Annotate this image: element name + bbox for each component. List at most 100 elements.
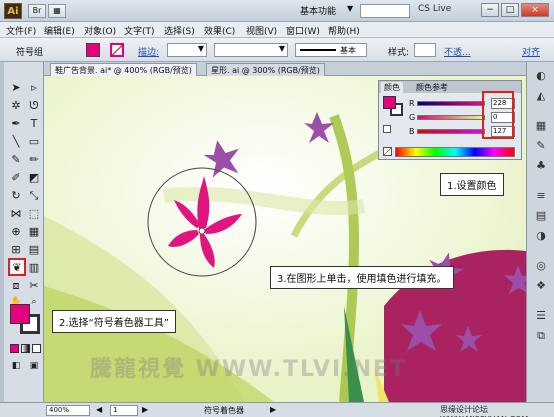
graphic-styles-icon[interactable]: ❖	[532, 278, 550, 294]
width-tool-icon[interactable]: ⋈	[8, 206, 24, 222]
brush-stroke-preview	[300, 49, 336, 51]
line-tool-icon[interactable]: ╲	[8, 134, 24, 150]
fill-color-swatch[interactable]	[10, 304, 30, 324]
color-spectrum[interactable]	[395, 147, 515, 157]
gradient-mode-button[interactable]	[21, 344, 30, 353]
none-color-icon[interactable]	[383, 147, 392, 156]
fill-swatch[interactable]	[86, 43, 100, 57]
object-type-label: 符号组	[16, 48, 44, 58]
chevron-down-icon[interactable]: ▼	[347, 4, 353, 13]
brush-dropdown[interactable]: 基本	[295, 43, 367, 57]
channel-g-slider[interactable]	[417, 115, 485, 120]
type-tool-icon[interactable]: T	[26, 116, 42, 132]
chevron-down-icon: ▼	[278, 44, 285, 53]
color-guide-icon[interactable]: ◭	[532, 88, 550, 104]
free-transform-tool-icon[interactable]: ⬚	[26, 206, 42, 222]
artboards-icon[interactable]: ⧉	[532, 328, 550, 344]
perspective-grid-tool-icon[interactable]: ▦	[26, 224, 42, 240]
chevron-down-icon: ▼	[197, 44, 204, 53]
eraser-tool-icon[interactable]: ◩	[26, 170, 42, 186]
artboard-tool-icon[interactable]: ⧈	[8, 278, 24, 294]
channel-r-label: R	[409, 99, 415, 108]
draw-normal-icon[interactable]: ◧	[8, 358, 24, 374]
magic-wand-tool-icon[interactable]: ✲	[8, 98, 24, 114]
graphic-style-dropdown[interactable]	[414, 43, 436, 57]
watermark: 騰龍視覺 WWW.TLVI.NET	[90, 357, 408, 382]
channel-r-slider[interactable]	[417, 101, 485, 106]
transparency-icon[interactable]: ◑	[532, 228, 550, 244]
first-page-icon[interactable]: ◀	[96, 405, 102, 414]
stroke-panel-icon[interactable]: ≡	[532, 188, 550, 204]
bridge-icon[interactable]: Br	[28, 4, 46, 18]
stroke-link[interactable]: 描边:	[138, 45, 159, 58]
illustrator-logo: Ai	[4, 3, 22, 19]
status-menu-icon[interactable]: ▶	[270, 405, 276, 414]
brushes-icon[interactable]: ✎	[532, 138, 550, 154]
out-of-gamut-icon[interactable]	[383, 125, 391, 133]
cursor-hotspot	[198, 227, 206, 235]
symbols-icon[interactable]: ♣	[532, 158, 550, 174]
align-link[interactable]: 对齐	[522, 45, 540, 58]
stroke-weight-dropdown[interactable]: ▼	[167, 43, 207, 57]
menu-select[interactable]: 选择(S)	[164, 24, 195, 37]
current-tool-label: 符号着色器	[204, 406, 244, 415]
variable-width-dropdown[interactable]: ▼	[214, 43, 288, 57]
right-panel-dock: ◐ ◭ ▦ ✎ ♣ ≡ ▤ ◑ ◎ ❖ ☰ ⧉	[526, 62, 554, 402]
next-page-icon[interactable]: ▶	[142, 405, 148, 414]
zoom-level-field[interactable]: 400%	[46, 405, 90, 416]
tab-shoe-ad-background[interactable]: 鞋广告背景. ai* @ 400% (RGB/预览)	[50, 63, 197, 76]
mesh-tool-icon[interactable]: ⊞	[8, 242, 24, 258]
symbol-stainer-tool-icon[interactable]: ❦	[8, 258, 26, 276]
menu-object[interactable]: 对象(O)	[84, 24, 116, 37]
menu-file[interactable]: 文件(F)	[6, 24, 36, 37]
callout-set-color: 1.设置颜色	[440, 173, 504, 196]
direct-selection-tool-icon[interactable]: ▹	[26, 80, 42, 96]
none-mode-button[interactable]	[32, 344, 41, 353]
maximize-button[interactable]: □	[501, 3, 519, 17]
stroke-swatch[interactable]	[110, 43, 124, 57]
color-mode-button[interactable]	[10, 344, 19, 353]
gradient-panel-icon[interactable]: ▤	[532, 208, 550, 224]
menu-window[interactable]: 窗口(W)	[286, 24, 320, 37]
channel-b-slider[interactable]	[417, 129, 485, 134]
tab-color-guide[interactable]: 颜色参考	[413, 82, 451, 93]
lasso-tool-icon[interactable]: ᘎ	[26, 98, 42, 114]
panel-fill-swatch[interactable]	[383, 96, 396, 109]
cs-live-button[interactable]: CS Live	[418, 4, 451, 14]
menu-effect[interactable]: 效果(C)	[204, 24, 235, 37]
rectangle-tool-icon[interactable]: ▭	[26, 134, 42, 150]
scale-tool-icon[interactable]: ⤡	[26, 188, 42, 204]
menu-view[interactable]: 视图(V)	[246, 24, 277, 37]
pencil-tool-icon[interactable]: ✏	[26, 152, 42, 168]
paintbrush-tool-icon[interactable]: ✎	[8, 152, 24, 168]
rgb-values-highlight	[482, 91, 514, 139]
shape-builder-tool-icon[interactable]: ⊕	[8, 224, 24, 240]
styles-label: 样式:	[388, 48, 410, 58]
menu-help[interactable]: 帮助(H)	[328, 24, 360, 37]
gradient-tool-icon[interactable]: ▤	[26, 242, 42, 258]
tab-star[interactable]: 星形. ai @ 300% (RGB/预览)	[206, 63, 325, 76]
workspace-switcher[interactable]: 基本功能	[300, 4, 336, 17]
channel-b-label: B	[409, 127, 415, 136]
page-number-field[interactable]: 1	[110, 405, 138, 416]
color-panel-icon[interactable]: ◐	[532, 68, 550, 84]
appearance-icon[interactable]: ◎	[532, 258, 550, 274]
screen-mode-icon[interactable]: ▣	[26, 358, 42, 374]
arrange-documents-icon[interactable]: ▦	[48, 4, 66, 18]
swatches-icon[interactable]: ▦	[532, 118, 550, 134]
tab-color[interactable]: 颜色	[381, 82, 403, 93]
search-input[interactable]	[360, 4, 410, 18]
close-button[interactable]: ×	[521, 3, 549, 17]
menu-edit[interactable]: 编辑(E)	[44, 24, 75, 37]
column-graph-tool-icon[interactable]: ▥	[26, 260, 42, 276]
rotate-tool-icon[interactable]: ↻	[8, 188, 24, 204]
brush-style-label: 基本	[340, 46, 356, 55]
selection-tool-icon[interactable]: ➤	[8, 80, 24, 96]
opacity-link[interactable]: 不透...	[444, 45, 471, 58]
layers-icon[interactable]: ☰	[532, 308, 550, 324]
menu-type[interactable]: 文字(T)	[124, 24, 155, 37]
slice-tool-icon[interactable]: ✂	[26, 278, 42, 294]
pen-tool-icon[interactable]: ✒	[8, 116, 24, 132]
minimize-button[interactable]: −	[481, 3, 499, 17]
blob-brush-tool-icon[interactable]: ✐	[8, 170, 24, 186]
